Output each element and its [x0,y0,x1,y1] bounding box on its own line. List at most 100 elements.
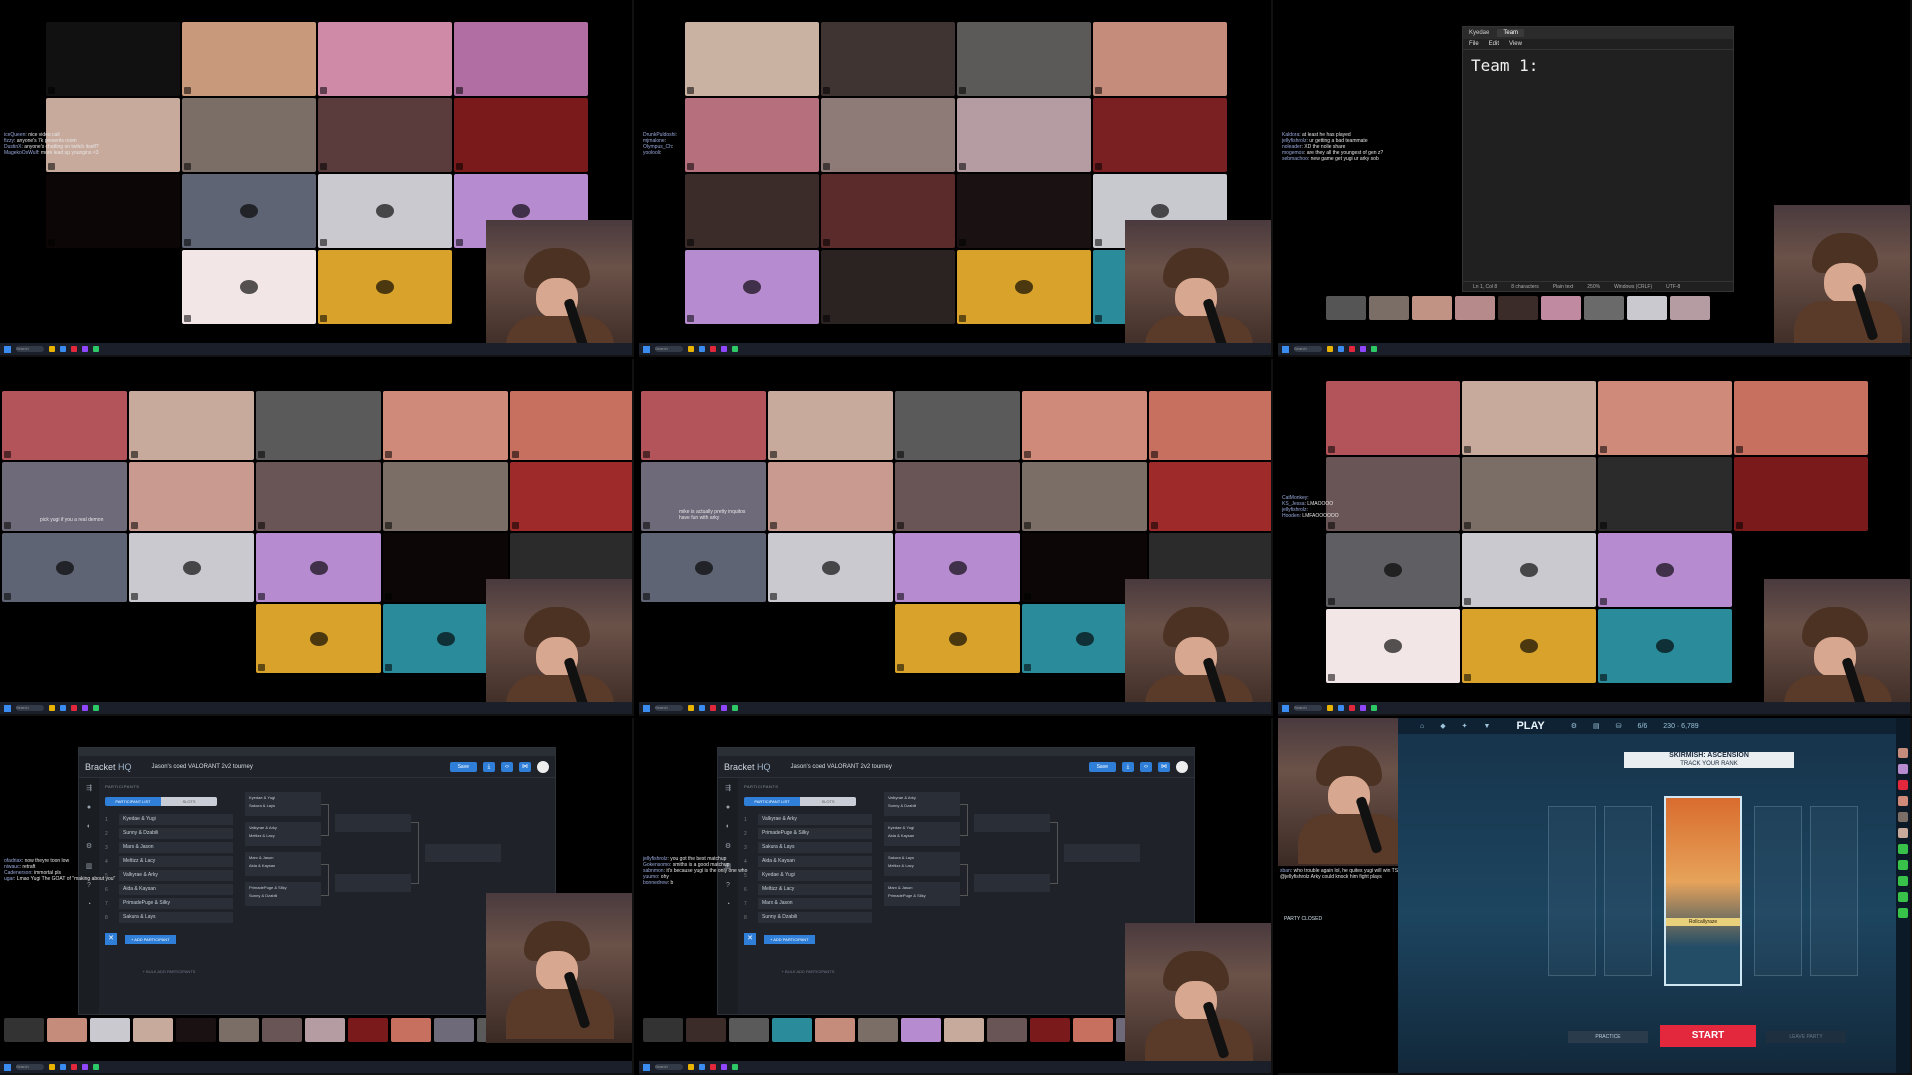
taskbar-app-icon[interactable] [93,705,99,711]
video-tile[interactable] [46,250,180,324]
participant-thumbnail[interactable] [815,1018,855,1042]
collection-icon[interactable]: ◆ [1440,722,1445,730]
video-tile[interactable] [1598,533,1732,607]
bracket-match[interactable]: Marx & Jason Aida & Kaysan [245,852,321,876]
video-tile[interactable] [2,604,127,673]
video-tile[interactable] [182,174,316,248]
help-icon[interactable]: ? [87,882,91,889]
video-tile[interactable] [2,391,127,460]
participant-thumbnail[interactable] [305,1018,345,1042]
embed-icon[interactable]: ‹› [501,761,513,772]
taskbar-app-icon[interactable] [710,1064,716,1070]
video-tile[interactable] [1093,98,1227,172]
video-tile[interactable] [256,462,381,531]
save-button[interactable]: Save [449,761,477,772]
video-tile[interactable] [768,533,893,602]
video-tile[interactable] [1326,533,1460,607]
tab-slots[interactable]: SLOTS [800,797,856,806]
taskbar-app-icon[interactable] [732,1064,738,1070]
taskbar-app-icon[interactable] [688,346,694,352]
video-tile[interactable] [957,22,1091,96]
tab-slots[interactable]: SLOTS [161,797,217,806]
participant-row[interactable]: 2 Sunny & Dzabili [105,828,233,839]
taskbar-app-icon[interactable] [1327,346,1333,352]
video-tile[interactable] [685,174,819,248]
menu-view[interactable]: View [1509,41,1522,47]
video-tile[interactable] [510,391,632,460]
taskbar-app-icon[interactable] [60,705,66,711]
taskbar-search[interactable]: Search [655,346,683,352]
bracket-match-round2[interactable] [974,814,1050,832]
history-icon[interactable]: ◔ [726,901,730,908]
tab-participant-list[interactable]: PARTICIPANT LIST [105,797,161,806]
share-icon[interactable]: ⋈ [1158,761,1170,772]
participant-thumbnail[interactable] [1369,296,1409,320]
participant-thumbnail[interactable] [176,1018,216,1042]
participant-thumbnail[interactable] [391,1018,431,1042]
menu-file[interactable]: File [1469,41,1479,47]
video-tile[interactable] [1598,381,1732,455]
party-slot[interactable] [1754,806,1802,976]
bracket-match[interactable]: Valkyrae & Arky Sunny & Dzabili [884,792,960,816]
taskbar-app-icon[interactable] [1371,705,1377,711]
participant-thumbnail[interactable] [1073,1018,1113,1042]
video-tile[interactable] [957,174,1091,248]
settings-icon[interactable]: ⚙ [86,842,92,850]
video-tile[interactable] [1462,609,1596,683]
taskbar-search[interactable]: Search [1294,705,1322,711]
video-tile[interactable] [256,604,381,673]
taskbar-app-icon[interactable] [49,705,55,711]
taskbar-app-icon[interactable] [1349,346,1355,352]
video-tile[interactable] [641,391,766,460]
video-tile[interactable] [454,98,588,172]
participant-thumbnail[interactable] [901,1018,941,1042]
video-tile[interactable] [2,533,127,602]
participant-row[interactable]: 5 Kyedae & Yugi [744,870,872,881]
taskbar-app-icon[interactable] [1338,346,1344,352]
video-tile[interactable] [1093,22,1227,96]
bracket-nav-icon[interactable]: ⇶ [86,784,92,792]
friend-online-icon[interactable] [1898,860,1908,870]
taskbar-search[interactable]: Search [16,1064,44,1070]
participant-thumbnail[interactable] [434,1018,474,1042]
video-tile[interactable] [1734,457,1868,531]
history-icon[interactable]: ◔ [87,901,91,908]
store-icon[interactable]: ▤ [1593,722,1600,730]
participant-thumbnail[interactable] [1584,296,1624,320]
friend-avatar[interactable] [1898,828,1908,838]
friend-avatar[interactable] [1898,812,1908,822]
palette-icon[interactable]: ◐ [87,823,91,830]
menu-edit[interactable]: Edit [1489,41,1499,47]
participant-row[interactable]: 7 Marx & Jason [744,898,872,909]
video-tile[interactable] [821,22,955,96]
taskbar-app-icon[interactable] [1327,705,1333,711]
participant-row[interactable]: 5 Valkyrae & Arky [105,870,233,881]
taskbar-app-icon[interactable] [93,346,99,352]
career-icon[interactable]: ⚙ [1571,722,1577,730]
participant-thumbnail[interactable] [133,1018,173,1042]
participant-thumbnail[interactable] [729,1018,769,1042]
video-tile[interactable] [46,174,180,248]
video-tile[interactable] [685,22,819,96]
participant-row[interactable]: 1 Kyedae & Yugi [105,814,233,825]
share-icon[interactable]: ⋈ [519,761,531,772]
participant-thumbnail[interactable] [1541,296,1581,320]
video-tile[interactable] [182,250,316,324]
avatar[interactable] [1176,760,1188,773]
video-tile[interactable] [641,533,766,602]
participant-thumbnail[interactable] [219,1018,259,1042]
participant-thumbnail[interactable] [858,1018,898,1042]
save-button[interactable]: Save [1088,761,1116,772]
video-tile[interactable] [318,250,452,324]
taskbar-app-icon[interactable] [82,1064,88,1070]
bulk-add-link[interactable]: + BULK ADD PARTICIPANTS [105,969,233,974]
taskbar-app-icon[interactable] [732,705,738,711]
taskbar-search[interactable]: Search [16,346,44,352]
video-tile[interactable] [641,604,766,673]
taskbar-app-icon[interactable] [1360,705,1366,711]
video-tile[interactable] [383,391,508,460]
participant-thumbnail[interactable] [1412,296,1452,320]
taskbar-app-icon[interactable] [721,705,727,711]
taskbar-app-icon[interactable] [1349,705,1355,711]
participant-thumbnail[interactable] [1455,296,1495,320]
